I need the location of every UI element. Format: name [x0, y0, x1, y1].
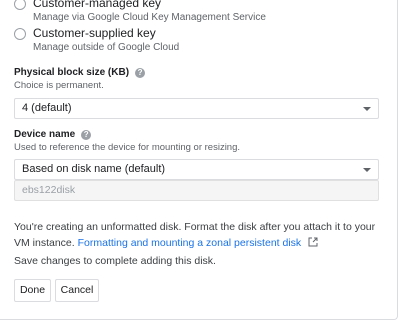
radio-customer-managed-title: Customer-managed key	[33, 0, 162, 10]
device-name-label-text: Device name	[14, 129, 76, 140]
device-name-input: ebs122disk	[14, 180, 379, 201]
device-name-label: Device name ?	[14, 129, 92, 140]
radio-customer-supplied-subtitle: Manage outside of Google Cloud	[33, 42, 180, 53]
chevron-down-icon	[363, 168, 371, 172]
radio-customer-supplied-key[interactable]: Customer-supplied key Manage outside of …	[14, 25, 179, 55]
unformatted-disk-info: You're creating an unformatted disk. For…	[14, 219, 384, 251]
radio-circle[interactable]	[14, 28, 26, 40]
done-button[interactable]: Done	[14, 279, 51, 302]
block-size-label: Physical block size (KB) ?	[14, 67, 146, 78]
save-changes-note: Save changes to complete adding this dis…	[14, 255, 216, 267]
device-name-mode-value: Based on disk name (default)	[22, 163, 166, 175]
device-name-select[interactable]: Based on disk name (default)	[14, 159, 379, 180]
radio-circle[interactable]	[14, 0, 26, 10]
external-link-icon[interactable]	[308, 237, 318, 247]
radio-customer-managed-key[interactable]: Customer-managed key Manage via Google C…	[14, 0, 266, 25]
help-icon[interactable]: ?	[135, 67, 146, 78]
block-size-value: 4 (default)	[22, 102, 72, 114]
device-name-hint: Used to reference the device for mountin…	[14, 142, 241, 153]
formatting-doc-link-text[interactable]: Formatting and mounting a zonal persiste…	[78, 237, 302, 249]
block-size-select[interactable]: 4 (default)	[14, 98, 379, 119]
block-size-label-text: Physical block size (KB)	[14, 67, 130, 78]
radio-customer-managed-subtitle: Manage via Google Cloud Key Management S…	[33, 12, 266, 23]
radio-customer-supplied-title: Customer-supplied key	[33, 26, 156, 40]
chevron-down-icon	[363, 107, 371, 111]
device-name-value: ebs122disk	[22, 184, 76, 196]
block-size-hint: Choice is permanent.	[14, 80, 104, 91]
help-icon[interactable]: ?	[81, 129, 92, 140]
formatting-doc-link[interactable]: Formatting and mounting a zonal persiste…	[78, 237, 302, 249]
cancel-button[interactable]: Cancel	[55, 279, 99, 302]
